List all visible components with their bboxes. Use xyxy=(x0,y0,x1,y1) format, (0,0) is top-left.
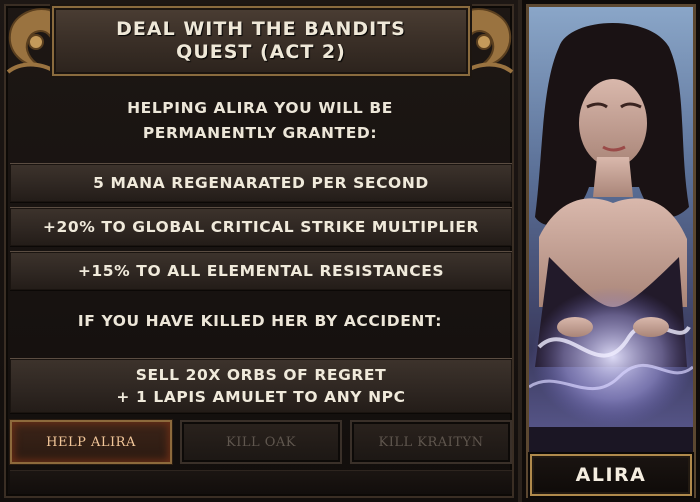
kill-kraityn-button[interactable]: KILL KRAITYN xyxy=(350,420,512,464)
intro-text: HELPING ALIRA YOU WILL BE PERMANENTLY GR… xyxy=(20,96,500,146)
portrait-name-plate: ALIRA xyxy=(530,454,692,496)
portrait-panel: ALIRA xyxy=(522,0,700,502)
quest-panel: DEAL WITH THE BANDITS QUEST (ACT 2) HELP… xyxy=(0,0,522,502)
kill-oak-button[interactable]: KILL OAK xyxy=(180,420,342,464)
portrait-frame xyxy=(526,4,696,498)
accident-text: IF YOU HAVE KILLED HER BY ACCIDENT: xyxy=(77,312,443,330)
accident-fix-line-2: + 1 LAPIS AMULET TO ANY NPC xyxy=(116,388,406,406)
quest-title: DEAL WITH THE BANDITS xyxy=(116,18,406,40)
accident-fix-line-1: SELL 20X ORBS OF REGRET xyxy=(135,366,387,384)
reward-elemental-resist: +15% TO ALL ELEMENTAL RESISTANCES xyxy=(10,251,512,291)
choice-buttons: HELP ALIRA KILL OAK KILL KRAITYN xyxy=(10,420,512,464)
reward-mana-regen: 5 MANA REGENARATED PER SECOND xyxy=(10,163,512,203)
reward-crit-multiplier: +20% TO GLOBAL CRITICAL STRIKE MULTIPLIE… xyxy=(10,207,512,247)
accident-fix-box: SELL 20X ORBS OF REGRET + 1 LAPIS AMULET… xyxy=(10,358,512,414)
quest-subtitle: QUEST (ACT 2) xyxy=(176,41,346,63)
quest-title-header: DEAL WITH THE BANDITS QUEST (ACT 2) xyxy=(52,6,470,76)
alira-portrait xyxy=(529,7,693,495)
intro-line-1: HELPING ALIRA YOU WILL BE xyxy=(127,99,393,117)
intro-line-2: PERMANENTLY GRANTED: xyxy=(142,124,378,142)
bottom-strip xyxy=(10,470,512,494)
help-alira-button[interactable]: HELP ALIRA xyxy=(10,420,172,464)
